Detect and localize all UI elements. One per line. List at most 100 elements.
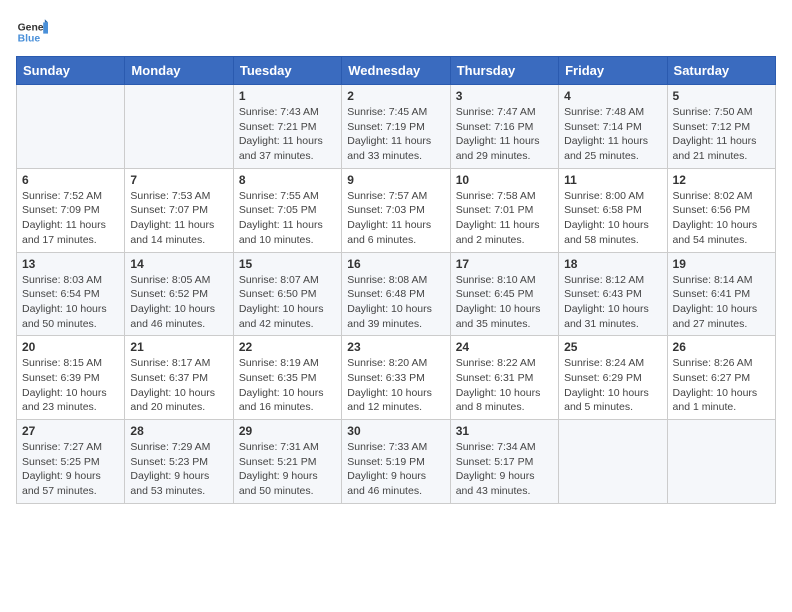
day-number: 28 [130,424,227,438]
sunrise-text: Sunrise: 8:15 AMSunset: 6:39 PMDaylight:… [22,357,107,413]
calendar-cell: 21 Sunrise: 8:17 AMSunset: 6:37 PMDayligh… [125,336,233,420]
day-number: 19 [673,257,770,271]
calendar-cell: 1 Sunrise: 7:43 AMSunset: 7:21 PMDaylight… [233,85,341,169]
day-number: 14 [130,257,227,271]
sunrise-text: Sunrise: 7:33 AMSunset: 5:19 PMDaylight:… [347,441,427,497]
day-number: 24 [456,340,553,354]
calendar-cell: 27 Sunrise: 7:27 AMSunset: 5:25 PMDayligh… [17,420,125,504]
calendar-week-row: 13 Sunrise: 8:03 AMSunset: 6:54 PMDayligh… [17,252,776,336]
day-number: 30 [347,424,444,438]
calendar-cell: 10 Sunrise: 7:58 AMSunset: 7:01 PMDayligh… [450,168,558,252]
day-number: 1 [239,89,336,103]
sunrise-text: Sunrise: 7:57 AMSunset: 7:03 PMDaylight:… [347,190,431,246]
sunrise-text: Sunrise: 7:43 AMSunset: 7:21 PMDaylight:… [239,106,323,162]
day-number: 4 [564,89,661,103]
sunrise-text: Sunrise: 8:19 AMSunset: 6:35 PMDaylight:… [239,357,324,413]
weekday-header: Friday [559,57,667,85]
day-number: 6 [22,173,119,187]
day-number: 10 [456,173,553,187]
calendar-cell: 18Sunrise: 8:12 AMSunset: 6:43 PMDayligh… [559,252,667,336]
day-number: 27 [22,424,119,438]
sunrise-text: Sunrise: 7:27 AMSunset: 5:25 PMDaylight:… [22,441,102,497]
sunrise-text: Sunrise: 7:55 AMSunset: 7:05 PMDaylight:… [239,190,323,246]
calendar-cell: 3 Sunrise: 7:47 AMSunset: 7:16 PMDaylight… [450,85,558,169]
calendar-cell: 15Sunrise: 8:07 AMSunset: 6:50 PMDayligh… [233,252,341,336]
calendar-table: SundayMondayTuesdayWednesdayThursdayFrid… [16,56,776,504]
calendar-cell: 5 Sunrise: 7:50 AMSunset: 7:12 PMDaylight… [667,85,775,169]
day-number: 15 [239,257,336,271]
sunrise-text: Sunrise: 8:22 AMSunset: 6:31 PMDaylight:… [456,357,541,413]
day-number: 31 [456,424,553,438]
sunrise-text: Sunrise: 8:20 AMSunset: 6:33 PMDaylight:… [347,357,432,413]
weekday-header: Saturday [667,57,775,85]
calendar-cell: 11 Sunrise: 8:00 AMSunset: 6:58 PMDayligh… [559,168,667,252]
day-number: 25 [564,340,661,354]
calendar-cell: 28 Sunrise: 7:29 AMSunset: 5:23 PMDayligh… [125,420,233,504]
day-number: 13 [22,257,119,271]
day-number: 29 [239,424,336,438]
sunrise-text: Sunrise: 8:17 AMSunset: 6:37 PMDaylight:… [130,357,215,413]
sunrise-text: Sunrise: 7:47 AMSunset: 7:16 PMDaylight:… [456,106,540,162]
sunrise-text: Sunrise: 8:02 AMSunset: 6:56 PMDaylight:… [673,190,758,246]
day-number: 12 [673,173,770,187]
sunrise-text: Sunrise: 8:03 AMSunset: 6:54 PMDaylight:… [22,274,107,330]
calendar-cell [559,420,667,504]
day-number: 26 [673,340,770,354]
calendar-cell: 2 Sunrise: 7:45 AMSunset: 7:19 PMDaylight… [342,85,450,169]
calendar-cell: 12 Sunrise: 8:02 AMSunset: 6:56 PMDayligh… [667,168,775,252]
calendar-week-row: 1 Sunrise: 7:43 AMSunset: 7:21 PMDaylight… [17,85,776,169]
day-number: 11 [564,173,661,187]
calendar-cell: 25 Sunrise: 8:24 AMSunset: 6:29 PMDayligh… [559,336,667,420]
calendar-cell: 7 Sunrise: 7:53 AMSunset: 7:07 PMDaylight… [125,168,233,252]
sunrise-text: Sunrise: 7:58 AMSunset: 7:01 PMDaylight:… [456,190,540,246]
calendar-week-row: 6 Sunrise: 7:52 AMSunset: 7:09 PMDaylight… [17,168,776,252]
day-number: 20 [22,340,119,354]
calendar-cell: 26 Sunrise: 8:26 AMSunset: 6:27 PMDayligh… [667,336,775,420]
sunrise-text: Sunrise: 7:53 AMSunset: 7:07 PMDaylight:… [130,190,214,246]
calendar-week-row: 27 Sunrise: 7:27 AMSunset: 5:25 PMDayligh… [17,420,776,504]
sunrise-text: Sunrise: 7:52 AMSunset: 7:09 PMDaylight:… [22,190,106,246]
sunrise-text: Sunrise: 7:29 AMSunset: 5:23 PMDaylight:… [130,441,210,497]
sunrise-text: Sunrise: 7:45 AMSunset: 7:19 PMDaylight:… [347,106,431,162]
calendar-cell: 22 Sunrise: 8:19 AMSunset: 6:35 PMDayligh… [233,336,341,420]
calendar-cell: 6 Sunrise: 7:52 AMSunset: 7:09 PMDaylight… [17,168,125,252]
calendar-cell: 20 Sunrise: 8:15 AMSunset: 6:39 PMDayligh… [17,336,125,420]
day-number: 8 [239,173,336,187]
calendar-cell: 14 Sunrise: 8:05 AMSunset: 6:52 PMDayligh… [125,252,233,336]
calendar-cell: 29 Sunrise: 7:31 AMSunset: 5:21 PMDayligh… [233,420,341,504]
calendar-cell: 9 Sunrise: 7:57 AMSunset: 7:03 PMDaylight… [342,168,450,252]
calendar-cell: 31Sunrise: 7:34 AMSunset: 5:17 PMDayligh… [450,420,558,504]
sunrise-text: Sunrise: 8:14 AMSunset: 6:41 PMDaylight:… [673,274,758,330]
svg-text:Blue: Blue [18,34,41,45]
calendar-cell: 19 Sunrise: 8:14 AMSunset: 6:41 PMDayligh… [667,252,775,336]
calendar-cell [667,420,775,504]
weekday-header: Sunday [17,57,125,85]
sunrise-text: Sunrise: 8:05 AMSunset: 6:52 PMDaylight:… [130,274,215,330]
calendar-cell: 23 Sunrise: 8:20 AMSunset: 6:33 PMDayligh… [342,336,450,420]
sunrise-text: Sunrise: 7:50 AMSunset: 7:12 PMDaylight:… [673,106,757,162]
logo: General Blue [16,16,48,48]
page-header: General Blue [16,16,776,48]
calendar-cell [125,85,233,169]
day-number: 22 [239,340,336,354]
weekday-header: Monday [125,57,233,85]
calendar-cell: 13 Sunrise: 8:03 AMSunset: 6:54 PMDayligh… [17,252,125,336]
sunrise-text: Sunrise: 8:10 AMSunset: 6:45 PMDaylight:… [456,274,541,330]
day-number: 2 [347,89,444,103]
day-number: 5 [673,89,770,103]
day-number: 7 [130,173,227,187]
day-number: 21 [130,340,227,354]
day-number: 16 [347,257,444,271]
day-number: 3 [456,89,553,103]
calendar-cell: 4 Sunrise: 7:48 AMSunset: 7:14 PMDaylight… [559,85,667,169]
calendar-cell: 8 Sunrise: 7:55 AMSunset: 7:05 PMDaylight… [233,168,341,252]
sunrise-text: Sunrise: 7:31 AMSunset: 5:21 PMDaylight:… [239,441,319,497]
day-number: 23 [347,340,444,354]
sunrise-text: Sunrise: 8:00 AMSunset: 6:58 PMDaylight:… [564,190,649,246]
sunrise-text: Sunrise: 8:24 AMSunset: 6:29 PMDaylight:… [564,357,649,413]
sunrise-text: Sunrise: 8:26 AMSunset: 6:27 PMDaylight:… [673,357,758,413]
sunrise-text: Sunrise: 7:48 AMSunset: 7:14 PMDaylight:… [564,106,648,162]
calendar-cell [17,85,125,169]
weekday-header: Wednesday [342,57,450,85]
day-number: 9 [347,173,444,187]
